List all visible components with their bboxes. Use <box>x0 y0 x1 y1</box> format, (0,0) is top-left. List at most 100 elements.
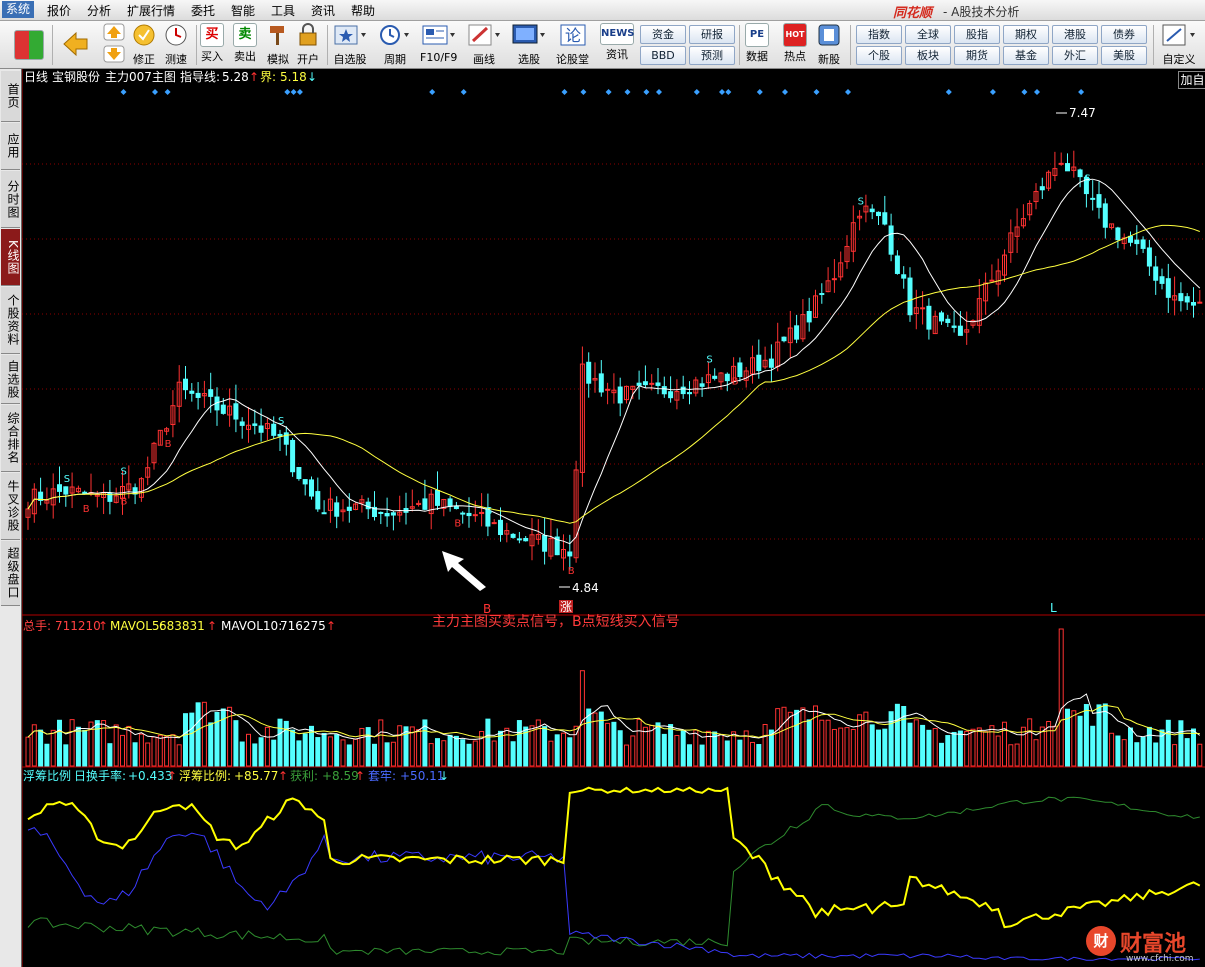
volume-bar <box>252 743 258 767</box>
quick-bond[interactable]: 债券 <box>1101 25 1147 44</box>
tab-ranking[interactable]: 综合排名 <box>1 405 20 472</box>
screen-select-icon <box>512 24 545 44</box>
layout-grid-button[interactable] <box>14 30 44 60</box>
quick-hk[interactable]: 港股 <box>1052 25 1098 44</box>
menu-news[interactable]: 资讯 <box>311 2 335 19</box>
menu-extended-market[interactable]: 扩展行情 <box>127 2 175 19</box>
simulate-button[interactable]: 模拟 <box>266 23 290 67</box>
signal-s-marker: S <box>486 506 492 517</box>
volume-bar <box>825 719 831 767</box>
quick-options[interactable]: 期权 <box>1003 25 1049 44</box>
stock-select-button[interactable]: 选股 <box>511 23 547 67</box>
menu-quote[interactable]: 报价 <box>47 2 71 19</box>
add-watch-button[interactable]: 加自 <box>1178 71 1205 89</box>
candle-body <box>315 491 321 510</box>
signal-b-marker: B <box>121 497 128 508</box>
volume-bar <box>579 670 585 767</box>
volume-bar <box>151 736 157 767</box>
scroll-down-button[interactable] <box>103 45 125 66</box>
menu-system[interactable]: 系统 <box>2 1 35 18</box>
buy-sell-signals: B B B B B B S S S S S S S <box>64 174 1091 577</box>
quick-research[interactable]: 研报 <box>689 25 735 44</box>
chart-grid <box>22 163 1205 540</box>
quick-global[interactable]: 全球 <box>905 25 951 44</box>
volume-bar <box>44 743 50 767</box>
candle-body <box>296 467 302 480</box>
menu-help[interactable]: 帮助 <box>351 2 375 19</box>
tab-kline[interactable]: K线图 <box>1 229 20 286</box>
volume-bar <box>680 730 686 767</box>
candle-body <box>346 506 352 511</box>
quick-us[interactable]: 美股 <box>1101 46 1147 65</box>
tab-home[interactable]: 首页 <box>1 71 20 122</box>
quick-bbd[interactable]: BBD <box>640 46 686 65</box>
float-up-arrow-icon: ↑ <box>278 769 288 783</box>
quick-forex[interactable]: 外汇 <box>1052 46 1098 65</box>
turnover-value: +0.433 <box>128 769 172 783</box>
hotspot-button[interactable]: HOT 热点 <box>783 23 807 64</box>
quick-capital[interactable]: 资金 <box>640 25 686 44</box>
menu-tools[interactable]: 工具 <box>271 2 295 19</box>
lock-icon <box>299 23 317 46</box>
candle-body <box>1102 203 1108 228</box>
volume-bar <box>542 726 548 767</box>
back-button[interactable] <box>60 29 90 62</box>
quick-forecast[interactable]: 预测 <box>689 46 735 65</box>
low-price-marker: 4.84 <box>559 581 599 595</box>
scroll-up-button[interactable] <box>103 23 125 44</box>
news-button[interactable]: NEWS 资讯 <box>600 23 634 62</box>
float-ratio-line <box>27 786 1201 929</box>
quick-futures[interactable]: 期货 <box>954 46 1000 65</box>
draw-line-button[interactable]: 画线 <box>467 23 501 67</box>
sell-button[interactable]: 卖 卖出 <box>233 23 257 64</box>
menu-trade[interactable]: 委托 <box>191 2 215 19</box>
candle-body <box>1090 197 1096 200</box>
candle-body <box>220 404 226 414</box>
speed-test-button[interactable]: 测速 <box>163 23 189 67</box>
volume-bar <box>1014 743 1020 767</box>
volume-bar <box>888 711 894 767</box>
tab-stock-info[interactable]: 个股资料 <box>1 287 20 354</box>
signal-diamond-icon <box>845 89 851 95</box>
kline-chart-area[interactable]: 日线 宝钢股份 主力007主图 指导线: 5.28 ↑ 界: 5.18 ↓ BB… <box>22 69 1205 967</box>
tab-apps[interactable]: 应用 <box>1 123 20 170</box>
period-button[interactable]: 周期 <box>378 23 412 67</box>
tab-diagnosis[interactable]: 牛叉诊股 <box>1 473 20 540</box>
signal-diamond-icon <box>460 89 467 95</box>
tab-watchlist[interactable]: 自选股 <box>1 355 20 404</box>
tab-timeshare[interactable]: 分时图 <box>1 171 20 228</box>
candle-body <box>869 208 875 213</box>
quick-stock[interactable]: 个股 <box>856 46 902 65</box>
hammer-icon <box>270 26 284 45</box>
menu-smart[interactable]: 智能 <box>231 2 255 19</box>
candle-body <box>781 336 787 342</box>
buy-button[interactable]: 买 买入 <box>200 23 224 64</box>
candle-body <box>1096 194 1102 208</box>
quick-sector[interactable]: 板块 <box>905 46 951 65</box>
watchlist-button[interactable]: 自选股 <box>333 23 367 67</box>
volume-bar <box>327 736 333 767</box>
ipo-button[interactable]: 新股 <box>817 23 841 67</box>
volume-bar <box>57 719 62 767</box>
volume-bar <box>1020 726 1026 767</box>
correct-button[interactable]: 修正 <box>131 23 157 67</box>
volume-bar <box>145 742 151 767</box>
volume-bar <box>208 722 214 767</box>
tab-super-board[interactable]: 超级盘口 <box>1 541 20 606</box>
quick-index[interactable]: 指数 <box>856 25 902 44</box>
forum-button[interactable]: 论 论股堂 <box>556 23 589 67</box>
open-account-button[interactable]: 开户 <box>296 23 320 67</box>
quick-fund[interactable]: 基金 <box>1003 46 1049 65</box>
menu-analysis[interactable]: 分析 <box>87 2 111 19</box>
customize-button[interactable]: 自定义 <box>1160 23 1198 67</box>
candle-body <box>1140 239 1146 249</box>
volume-bar <box>642 726 648 767</box>
f10-button[interactable]: F10/F9 <box>420 23 457 64</box>
data-button[interactable]: PE 数据 <box>745 23 769 64</box>
volume-bar <box>920 724 926 767</box>
volume-bar <box>271 739 277 767</box>
volume-bar <box>296 740 302 767</box>
quick-stock-index[interactable]: 股指 <box>954 25 1000 44</box>
volume-bar <box>384 742 390 767</box>
low-price-label: 4.84 <box>572 581 599 595</box>
